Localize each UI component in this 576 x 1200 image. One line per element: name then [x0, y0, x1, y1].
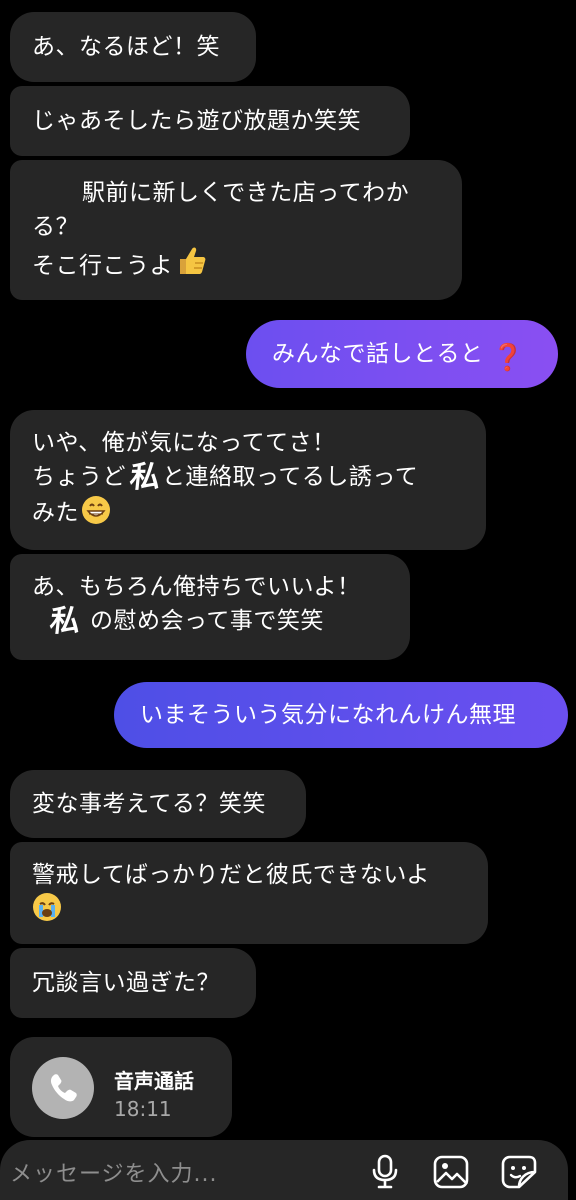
message-text: あ、なるほど！笑: [32, 34, 220, 60]
message-text: あ、もちろん俺持ちでいいよ！: [32, 574, 361, 600]
message-text: と連絡取ってるし誘って: [162, 464, 419, 490]
incoming-message[interactable]: いや、俺が気になっててさ！ ちょうど私と連絡取ってるし誘って みた: [10, 410, 486, 550]
message-text-with-handwriting: 私の慰め会って事で笑笑: [32, 604, 388, 639]
message-text: 警戒してばっかりだと彼氏できないよ: [32, 862, 430, 888]
message-composer: メッセージを入力...: [0, 1140, 568, 1200]
message-text: じゃあそしたら遊び放題か笑笑: [32, 108, 361, 134]
grinning-face-icon: [81, 495, 111, 535]
phone-icon: [32, 1057, 94, 1119]
handwritten-watashi: 私: [48, 604, 80, 639]
incoming-message[interactable]: 駅前に新しくできた店ってわか る？ そこ行こうよ: [10, 160, 462, 300]
handwritten-watashi: 私: [128, 460, 160, 495]
microphone-icon[interactable]: [368, 1154, 402, 1194]
image-icon[interactable]: [432, 1154, 470, 1194]
message-text: そこ行こうよ: [32, 253, 173, 279]
message-text-with-emoji: みた: [32, 495, 464, 535]
message-text: ちょうど: [32, 464, 126, 490]
message-text: 変な事考えてる？笑笑: [32, 791, 266, 817]
message-text: いまそういう気分になれんけん無理: [140, 702, 516, 728]
message-emoji-line: [32, 892, 466, 932]
question-mark-icon: ❓: [491, 343, 525, 373]
message-text-with-emoji: そこ行こうよ: [32, 244, 440, 288]
message-text: の慰め会って事で笑笑: [90, 608, 324, 634]
incoming-message[interactable]: 警戒してばっかりだと彼氏できないよ: [10, 842, 488, 944]
message-text: みた: [32, 500, 79, 526]
incoming-message[interactable]: 変な事考えてる？笑笑: [10, 770, 306, 838]
outgoing-message[interactable]: みんなで話しとると ❓: [246, 320, 558, 388]
crying-face-icon: [32, 892, 62, 932]
message-input[interactable]: メッセージを入力...: [10, 1156, 218, 1188]
incoming-message[interactable]: 冗談言い過ぎた？: [10, 948, 256, 1018]
thumbs-up-icon: [175, 244, 209, 288]
incoming-message[interactable]: あ、もちろん俺持ちでいいよ！ 私の慰め会って事で笑笑: [10, 554, 410, 660]
call-title: 音声通話: [114, 1069, 194, 1093]
incoming-message[interactable]: あ、なるほど！笑: [10, 12, 256, 82]
message-text: 駅前に新しくできた店ってわか: [82, 180, 410, 206]
message-text: る？: [32, 214, 79, 240]
incoming-message[interactable]: じゃあそしたら遊び放題か笑笑: [10, 86, 410, 156]
message-text: いや、俺が気になっててさ！: [32, 430, 336, 456]
message-text: みんなで話しとると: [272, 341, 484, 367]
outgoing-message[interactable]: いまそういう気分になれんけん無理: [114, 682, 568, 748]
sticker-icon[interactable]: [500, 1154, 538, 1194]
message-text-with-handwriting: ちょうど私と連絡取ってるし誘って: [32, 460, 464, 495]
message-text: 冗談言い過ぎた？: [32, 970, 220, 996]
call-time: 18:11: [114, 1097, 172, 1121]
voice-call-card[interactable]: 音声通話 18:11: [10, 1037, 232, 1137]
